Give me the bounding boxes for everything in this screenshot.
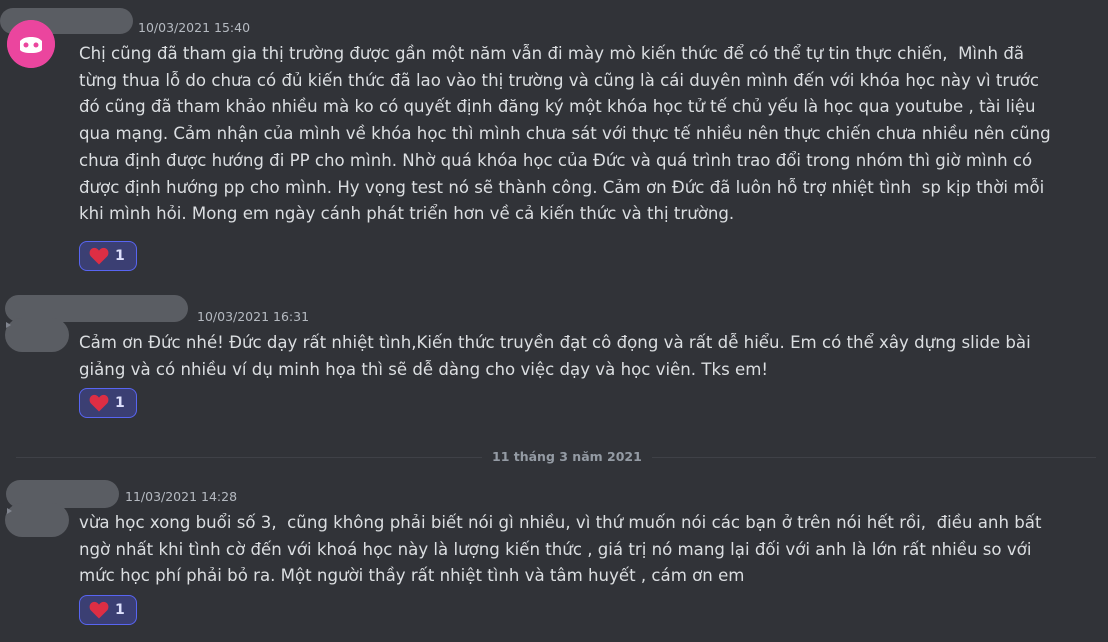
heart-icon xyxy=(89,247,109,265)
message-content: Cảm ơn Đức nhé! Đức dạy rất nhiệt tình,K… xyxy=(79,333,1031,379)
reaction-button[interactable]: 1 xyxy=(79,595,137,625)
avatar[interactable] xyxy=(7,20,55,68)
caret-icon xyxy=(6,322,11,328)
message-timestamp[interactable]: 10/03/2021 15:40 xyxy=(138,20,250,35)
message-content: vừa học xong buổi số 3, cũng không phải … xyxy=(79,513,1042,586)
reaction-count: 1 xyxy=(115,395,125,411)
date-divider-label: 11 tháng 3 năm 2021 xyxy=(482,449,652,464)
reaction-button[interactable]: 1 xyxy=(79,241,137,271)
message-timestamp[interactable]: 11/03/2021 14:28 xyxy=(125,489,237,504)
reaction-count: 1 xyxy=(115,248,125,264)
message-timestamp[interactable]: 10/03/2021 16:31 xyxy=(197,309,309,324)
avatar[interactable] xyxy=(5,503,69,537)
avatar[interactable] xyxy=(5,318,69,352)
heart-icon xyxy=(89,601,109,619)
reaction-count: 1 xyxy=(115,602,125,618)
heart-icon xyxy=(89,394,109,412)
discord-default-avatar-icon xyxy=(7,20,55,68)
reaction-button[interactable]: 1 xyxy=(79,388,137,418)
caret-icon xyxy=(7,508,12,514)
message-content: Chị cũng đã tham gia thị trường được gần… xyxy=(79,44,1051,224)
